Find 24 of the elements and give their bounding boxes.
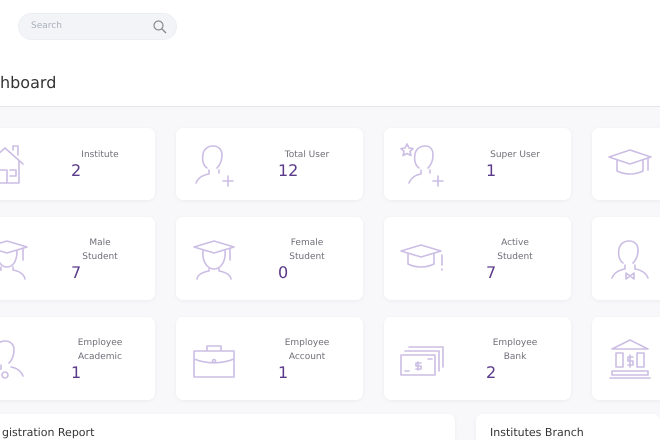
card-value: 1 xyxy=(486,162,498,180)
star-user-plus-icon xyxy=(398,140,446,188)
card-label: Institute xyxy=(80,149,120,162)
card-label: Super User xyxy=(489,149,541,162)
card-value: 2 xyxy=(71,162,82,180)
card-label: Employee Account xyxy=(284,336,330,364)
card-value: 2 xyxy=(486,364,498,382)
card-label: Employee Academic xyxy=(76,336,124,364)
search-icon[interactable] xyxy=(153,20,167,34)
card-value: 0 xyxy=(278,264,290,282)
card-value: 1 xyxy=(71,364,82,382)
card-label: Total User xyxy=(284,149,330,162)
card-value: 7 xyxy=(486,264,498,282)
card-label: Employee Bank xyxy=(492,336,538,364)
panel-title: Institutes Branch xyxy=(490,426,584,439)
card-label: Active Student xyxy=(496,236,534,264)
card-value: 7 xyxy=(71,264,82,282)
page-title: hboard xyxy=(0,72,56,92)
card-label: Male Student xyxy=(81,236,119,264)
card-label: Female Student xyxy=(288,236,326,264)
card-value: 12 xyxy=(278,162,300,180)
panel-title: gistration Report xyxy=(2,426,94,439)
card-value: 1 xyxy=(278,364,290,382)
search-field[interactable]: Search xyxy=(18,12,177,40)
